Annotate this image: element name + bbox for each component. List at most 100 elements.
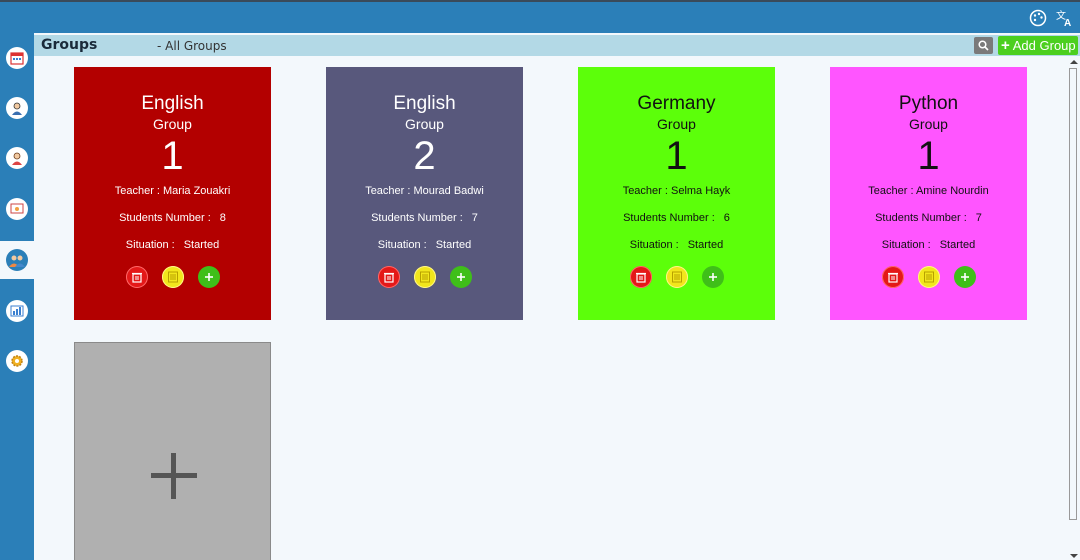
situation-label: Situation : xyxy=(125,239,175,251)
situation-label: Situation : xyxy=(881,239,931,251)
details-button[interactable] xyxy=(161,266,184,288)
group-label: Group xyxy=(405,116,444,132)
list-icon xyxy=(419,271,430,283)
delete-button[interactable] xyxy=(125,266,148,288)
translate-icon[interactable]: 文 A xyxy=(1056,9,1074,27)
students-label: Students Number : xyxy=(623,212,715,224)
students-value: 8 xyxy=(219,212,226,224)
group-name: English xyxy=(141,93,204,114)
trash-icon xyxy=(383,272,394,283)
students-value: 6 xyxy=(723,212,730,224)
new-group-card[interactable] xyxy=(74,342,271,560)
group-situation: Situation : Started xyxy=(578,239,775,251)
group-number: 1 xyxy=(917,134,940,178)
scrollbar[interactable] xyxy=(1068,58,1080,560)
group-card[interactable]: English Group 2 Teacher : Mourad Badwi S… xyxy=(326,67,523,320)
group-students: Students Number : 8 xyxy=(74,212,271,224)
group-number: 1 xyxy=(665,134,688,178)
plus-icon xyxy=(151,453,197,499)
sidebar xyxy=(0,33,34,560)
group-card[interactable]: Germany Group 1 Teacher : Selma Hayk Stu… xyxy=(578,67,775,320)
students-value: 7 xyxy=(471,212,478,224)
page-title: Groups xyxy=(41,37,98,53)
palette-icon[interactable] xyxy=(1029,9,1047,27)
search-button[interactable] xyxy=(974,37,993,54)
statistics-icon xyxy=(6,300,28,322)
sidebar-item-statistics[interactable] xyxy=(0,292,34,330)
teacher-icon xyxy=(6,97,28,119)
group-situation: Situation : Started xyxy=(326,239,523,251)
situation-value: Started xyxy=(939,239,976,251)
group-students: Students Number : 7 xyxy=(326,212,523,224)
group-teacher: Teacher : Selma Hayk xyxy=(622,185,731,197)
group-situation: Situation : Started xyxy=(74,239,271,251)
svg-text:A: A xyxy=(1064,18,1071,27)
group-number: 1 xyxy=(161,134,184,178)
trash-icon xyxy=(887,272,898,283)
sidebar-item-groups[interactable] xyxy=(0,241,34,279)
plus-icon xyxy=(456,273,465,281)
situation-value: Started xyxy=(183,239,220,251)
scroll-thumb[interactable] xyxy=(1069,68,1077,520)
calendar-icon xyxy=(6,47,28,69)
plus-icon xyxy=(708,273,717,281)
groups-icon xyxy=(6,249,28,271)
group-teacher: Teacher : Amine Nourdin xyxy=(868,185,989,197)
sidebar-item-classrooms[interactable] xyxy=(0,190,34,228)
students-value: 7 xyxy=(975,212,982,224)
plus-icon: + xyxy=(1001,37,1010,54)
students-label: Students Number : xyxy=(875,212,967,224)
page-header: Groups - All Groups + Add Group xyxy=(34,35,1080,56)
card-actions xyxy=(326,266,523,288)
sidebar-item-settings[interactable] xyxy=(0,342,34,380)
scroll-down-arrow[interactable] xyxy=(1070,554,1078,558)
group-label: Group xyxy=(153,116,192,132)
add-student-button[interactable] xyxy=(197,266,220,288)
trash-icon xyxy=(131,272,142,283)
sidebar-item-calendar[interactable] xyxy=(0,39,34,77)
group-label: Group xyxy=(909,116,948,132)
group-label: Group xyxy=(657,116,696,132)
delete-button[interactable] xyxy=(881,266,904,288)
group-teacher: Teacher : Mourad Badwi xyxy=(365,185,484,197)
top-bar: 文 A xyxy=(0,0,1080,33)
settings-icon xyxy=(6,350,28,372)
group-number: 2 xyxy=(413,134,436,178)
list-icon xyxy=(167,271,178,283)
breadcrumb: - All Groups xyxy=(157,39,227,53)
group-card[interactable]: Python Group 1 Teacher : Amine Nourdin S… xyxy=(830,67,1027,320)
group-card[interactable]: English Group 1 Teacher : Maria Zouakri … xyxy=(74,67,271,320)
details-button[interactable] xyxy=(413,266,436,288)
list-icon xyxy=(671,271,682,283)
list-icon xyxy=(923,271,934,283)
sidebar-item-students[interactable] xyxy=(0,139,34,177)
group-students: Students Number : 7 xyxy=(830,212,1027,224)
group-name: Python xyxy=(898,93,959,114)
search-icon xyxy=(978,40,989,51)
situation-label: Situation : xyxy=(629,239,679,251)
details-button[interactable] xyxy=(665,266,688,288)
group-name: English xyxy=(393,93,456,114)
group-name: Germany xyxy=(637,93,716,114)
trash-icon xyxy=(635,272,646,283)
plus-icon xyxy=(960,273,969,281)
delete-button[interactable] xyxy=(377,266,400,288)
students-label: Students Number : xyxy=(371,212,463,224)
add-student-button[interactable] xyxy=(953,266,976,288)
add-student-button[interactable] xyxy=(449,266,472,288)
add-student-button[interactable] xyxy=(701,266,724,288)
details-button[interactable] xyxy=(917,266,940,288)
sidebar-item-teachers[interactable] xyxy=(0,89,34,127)
delete-button[interactable] xyxy=(629,266,652,288)
classroom-icon xyxy=(6,198,28,220)
students-icon xyxy=(6,147,28,169)
group-students: Students Number : 6 xyxy=(578,212,775,224)
card-actions xyxy=(74,266,271,288)
add-group-button[interactable]: + Add Group xyxy=(998,36,1078,55)
group-situation: Situation : Started xyxy=(830,239,1027,251)
add-group-label: Add Group xyxy=(1012,38,1076,53)
group-teacher: Teacher : Maria Zouakri xyxy=(114,185,231,197)
scroll-up-arrow[interactable] xyxy=(1070,60,1078,64)
situation-value: Started xyxy=(435,239,472,251)
card-actions xyxy=(578,266,775,288)
